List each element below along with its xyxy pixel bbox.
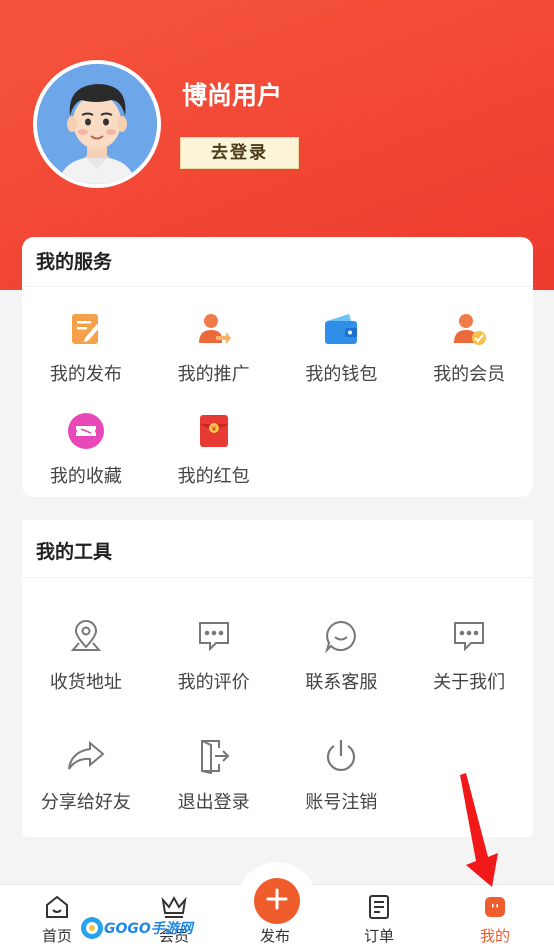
tool-share-with-friends[interactable]: 分享给好友	[22, 736, 150, 816]
watermark-logo: GOGO手游网	[80, 914, 193, 942]
publish-button[interactable]	[254, 878, 300, 924]
member-badge-icon	[449, 309, 489, 349]
publish-label: 发布	[260, 927, 291, 945]
power-icon	[321, 736, 361, 776]
tool-contact-support[interactable]: 联系客服	[278, 616, 406, 696]
service-my-wallet[interactable]: 我的钱包	[278, 309, 406, 389]
service-label: 我的收藏	[49, 466, 122, 487]
service-label: 我的钱包	[305, 364, 378, 385]
red-envelope-icon: ¥	[194, 411, 234, 451]
service-label: 我的发布	[49, 364, 122, 385]
service-my-posts[interactable]: 我的发布	[22, 309, 150, 389]
info-chat-icon	[449, 616, 489, 656]
tool-label: 账号注销	[305, 792, 378, 813]
avatar[interactable]	[33, 60, 161, 188]
nav-label: 我的	[479, 927, 510, 945]
tool-delete-account[interactable]: 账号注销	[278, 736, 406, 816]
tool-label: 分享给好友	[40, 792, 131, 813]
service-my-red-envelope[interactable]: ¥ 我的红包	[150, 411, 278, 491]
nav-orders[interactable]: 订单	[339, 885, 419, 951]
order-doc-icon	[365, 893, 393, 921]
user-share-icon	[194, 309, 234, 349]
tool-shipping-address[interactable]: 收货地址	[22, 616, 150, 696]
location-icon	[66, 616, 106, 656]
service-label: 我的会员	[433, 364, 506, 385]
watermark-text: GOGO手游网	[104, 921, 193, 937]
services-card: 我的服务 我的发布 我的推广 我的钱包 我的会员 我的收藏 ¥ 我的红包	[22, 237, 533, 497]
tool-label: 我的评价	[177, 672, 250, 693]
comment-icon	[194, 616, 234, 656]
tool-my-reviews[interactable]: 我的评价	[150, 616, 278, 696]
ticket-icon	[66, 411, 106, 451]
tools-title: 我的工具	[22, 520, 533, 578]
tool-label: 联系客服	[305, 672, 378, 693]
edit-doc-icon	[66, 309, 106, 349]
annotation-arrow-icon	[452, 773, 504, 893]
service-my-membership[interactable]: 我的会员	[405, 309, 533, 389]
home-icon	[43, 893, 71, 921]
tool-logout[interactable]: 退出登录	[150, 736, 278, 816]
nav-profile[interactable]: 我的	[455, 885, 535, 951]
service-my-promotion[interactable]: 我的推广	[150, 309, 278, 389]
profile-face-icon	[481, 893, 509, 921]
nav-label: 首页	[41, 927, 72, 945]
tool-label: 收货地址	[49, 672, 122, 693]
service-my-favorites[interactable]: 我的收藏	[22, 411, 150, 491]
tool-label: 关于我们	[433, 672, 506, 693]
services-title: 我的服务	[22, 237, 533, 287]
tool-label: 退出登录	[177, 792, 250, 813]
username: 博尚用户	[182, 81, 283, 110]
nav-label: 订单	[363, 927, 394, 945]
login-button[interactable]: 去登录	[180, 137, 299, 169]
share-arrow-icon	[66, 736, 106, 776]
plus-icon	[266, 888, 288, 914]
svg-text:¥: ¥	[211, 425, 216, 433]
service-label: 我的红包	[177, 466, 250, 487]
tool-about-us[interactable]: 关于我们	[405, 616, 533, 696]
logout-door-icon	[194, 736, 234, 776]
chat-icon	[321, 616, 361, 656]
wallet-icon	[321, 309, 361, 349]
service-label: 我的推广	[177, 364, 250, 385]
